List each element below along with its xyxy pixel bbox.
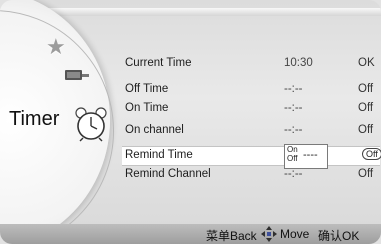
row-state: Off <box>358 83 374 95</box>
remote-icon[interactable] <box>64 68 90 82</box>
footer-move-hint: Move <box>280 227 310 241</box>
row-label: On Time <box>125 102 169 114</box>
row-state: Off <box>358 168 374 180</box>
menu-row-off-time[interactable]: Off Time --:-- Off <box>122 81 380 99</box>
row-state: OK <box>358 57 375 69</box>
menu-row-on-channel[interactable]: On channel --:-- Off <box>122 122 380 140</box>
row-time: --:-- <box>284 102 303 114</box>
row-time: --:-- <box>284 124 303 136</box>
row-state: Off <box>358 124 374 136</box>
tv-menu-screen: ★ Timer Current Time 10:30 OK Off Time -… <box>0 0 381 244</box>
row-label: Remind Channel <box>125 168 211 180</box>
remind-time-value: ---- <box>303 149 318 161</box>
row-time: --:-- <box>284 168 303 180</box>
menu-row-remind-time[interactable]: Remind Time On Off ---- Off <box>122 144 381 169</box>
footer-ok-hint: 确认OK <box>318 229 360 243</box>
row-time: 10:30 <box>284 57 313 69</box>
menu-row-remind-channel[interactable]: Remind Channel --:-- Off <box>122 166 380 184</box>
remind-state-toggle[interactable]: Off <box>362 148 381 160</box>
menu-row-on-time[interactable]: On Time --:-- Off <box>122 100 380 118</box>
row-label: Off Time <box>125 83 169 95</box>
menu-row-current-time[interactable]: Current Time 10:30 OK <box>122 55 380 73</box>
alarm-clock-icon[interactable] <box>74 106 108 142</box>
dpad-arrows-icon <box>261 226 277 242</box>
star-icon[interactable]: ★ <box>46 34 66 60</box>
footer-hint-bar: 菜单Back Move 确认OK <box>0 224 381 244</box>
row-label: On channel <box>125 124 184 136</box>
row-label: Remind Time <box>125 149 193 161</box>
footer-back-hint: 菜单Back <box>206 229 257 243</box>
row-time: --:-- <box>284 83 303 95</box>
row-label: Current Time <box>125 57 192 69</box>
menu-title: Timer <box>9 108 60 130</box>
row-state: Off <box>358 102 374 114</box>
